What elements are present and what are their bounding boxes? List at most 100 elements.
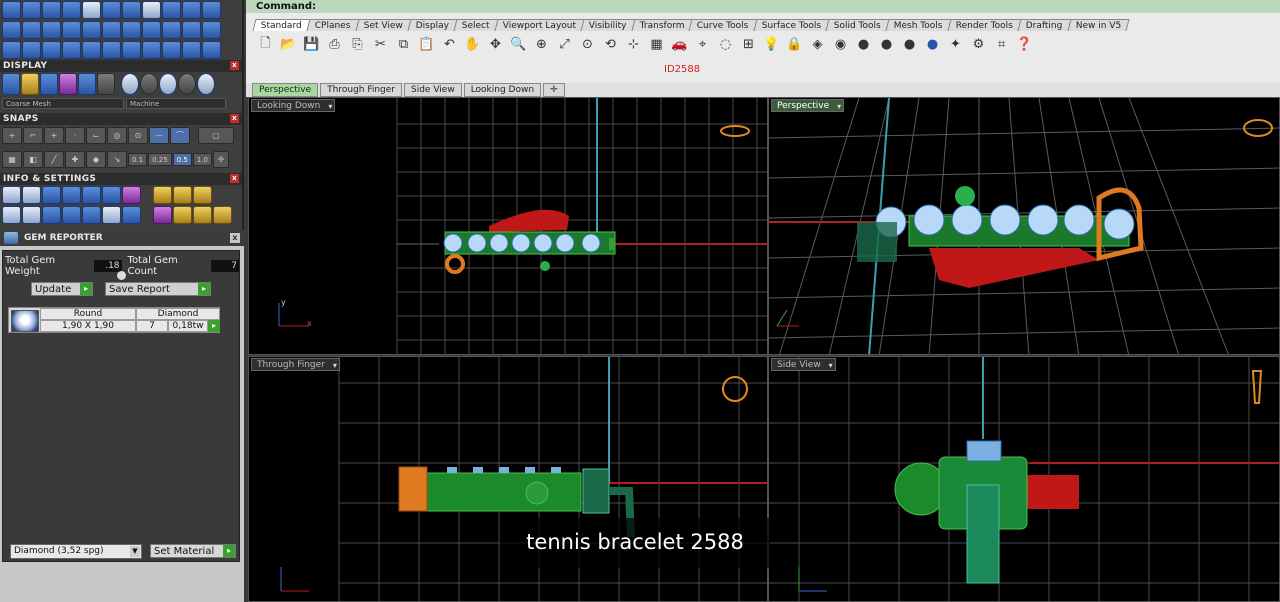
render-sphere-icon[interactable]: ● [900,35,919,54]
cylinder-icon[interactable] [62,206,81,224]
document-icon[interactable] [82,1,101,19]
tolerance-0-25[interactable]: 0.25 [148,152,172,166]
viewport-label-perspective[interactable]: Perspective [771,99,845,113]
snap-quad-icon[interactable]: ⌒ [170,127,190,144]
crop-icon[interactable]: ⌗ [992,35,1011,54]
tab-surface-tools[interactable]: Surface Tools [753,19,830,31]
tolerance-0-1[interactable]: 0.1 [128,152,148,166]
record-history-icon[interactable]: ↘ [107,150,127,168]
gear-icon[interactable] [142,1,161,19]
rotate-view-icon[interactable]: ✥ [486,35,505,54]
open-folder-icon[interactable]: 📂 [279,35,298,54]
planar-icon[interactable]: ╱ [44,150,64,168]
flow-icon[interactable] [122,41,141,59]
sphere-gem-icon[interactable] [197,73,215,95]
light-bulb-icon[interactable]: 💡 [762,35,781,54]
tab-through-finger[interactable]: Through Finger [320,83,402,97]
group-icon[interactable] [142,41,161,59]
array-icon[interactable] [142,21,161,39]
snap-end-icon[interactable]: + [2,127,22,144]
sweep-tool-icon[interactable] [2,21,21,39]
close-icon[interactable]: x [230,61,239,70]
sphere-metal-icon[interactable] [159,73,177,95]
loft-tool-icon[interactable] [22,21,41,39]
viewport-label-looking-down[interactable]: Looking Down [251,99,336,113]
boolean-icon[interactable] [182,21,201,39]
report-icon[interactable] [173,186,192,204]
command-bar[interactable]: Command: [246,0,1280,13]
pave-tool-icon[interactable] [202,1,221,19]
tab-curve-tools[interactable]: Curve Tools [688,19,758,31]
blue-sphere-icon[interactable]: ● [923,35,942,54]
list-icon[interactable] [122,206,141,224]
copy-icon[interactable] [102,41,121,59]
box-icon[interactable] [62,186,81,204]
car-icon[interactable]: 🚗 [670,35,689,54]
save-icon[interactable]: 💾 [302,35,321,54]
snap-near-icon[interactable]: ⌐ [23,127,43,144]
snap-cen-icon[interactable]: ⌙ [86,127,106,144]
new-file-icon[interactable]: 🗋 [256,35,275,54]
curve-tool-icon[interactable] [2,1,21,19]
light-icon[interactable]: ✦ [946,35,965,54]
zoom-icon[interactable]: 🔍 [509,35,528,54]
settings-icon[interactable]: ⚙ [969,35,988,54]
star-icon[interactable] [193,206,212,224]
cut-icon[interactable]: ✂ [371,35,390,54]
tab-display[interactable]: Display [407,19,458,31]
snap-mid-icon[interactable]: · [65,127,85,144]
snap-project-icon[interactable]: ▢ [198,127,234,144]
close-icon[interactable]: x [230,233,240,243]
circle-icon[interactable] [202,21,221,39]
tab-side-view[interactable]: Side View [404,83,462,97]
paste-icon[interactable]: 📋 [417,35,436,54]
tab-viewport-layout[interactable]: Viewport Layout [494,19,585,31]
wire-sphere-icon[interactable]: ● [854,35,873,54]
tab-visibility[interactable]: Visibility [580,19,636,31]
save-report-button[interactable]: Save Report ▸ [105,282,211,296]
ghosted-mode-icon[interactable] [59,73,77,95]
zoom-window-icon[interactable]: ⊕ [532,35,551,54]
zoom-extents-icon[interactable]: ⤢ [555,35,574,54]
solid-tool-icon[interactable] [62,1,81,19]
monitor-icon[interactable] [22,206,41,224]
snap-point-icon[interactable]: + [44,127,64,144]
settings-gear-icon[interactable] [2,186,21,204]
rotate-icon[interactable] [102,21,121,39]
add-tab-icon[interactable]: ✛ [543,83,565,97]
set-cplane-icon[interactable]: ⊹ [624,35,643,54]
tab-mesh-tools[interactable]: Mesh Tools [885,19,952,31]
wireframe-mode-icon[interactable] [2,73,20,95]
four-viewports-icon[interactable]: ▦ [647,35,666,54]
edit-icon[interactable] [102,186,121,204]
tab-standard[interactable]: Standard [252,19,311,31]
tab-solid-tools[interactable]: Solid Tools [825,19,890,31]
shaded-sphere-icon[interactable]: ● [877,35,896,54]
mirror-icon[interactable] [162,21,181,39]
scissors-icon[interactable] [102,206,121,224]
filter-icon[interactable] [82,206,101,224]
undo-view-icon[interactable]: ⟲ [601,35,620,54]
tab-drafting[interactable]: Drafting [1017,19,1072,31]
tab-looking-down[interactable]: Looking Down [463,83,542,97]
help-icon[interactable]: ❓ [1015,35,1034,54]
technical-mode-icon[interactable] [97,73,115,95]
extrude-tool-icon[interactable] [42,21,61,39]
render-icon[interactable] [153,206,172,224]
gem-tool-icon[interactable] [22,1,41,19]
separator-knob[interactable] [117,271,126,280]
point-icon[interactable] [2,41,21,59]
material-icon[interactable] [122,186,141,204]
tab-cplanes[interactable]: CPlanes [306,19,360,31]
tab-new-in-v5[interactable]: New in V5 [1067,19,1130,31]
close-icon[interactable]: x [230,114,239,123]
move-icon[interactable] [82,21,101,39]
xray-mode-icon[interactable] [78,73,96,95]
tab-render-tools[interactable]: Render Tools [947,19,1022,31]
set-material-button[interactable]: Set Material ▸ [150,544,236,558]
gem-weight-icon[interactable] [153,186,172,204]
zoom-selected-icon[interactable]: ⊙ [578,35,597,54]
export-icon[interactable] [193,186,212,204]
update-button[interactable]: Update ▸ [31,282,93,296]
notes-icon[interactable] [82,186,101,204]
